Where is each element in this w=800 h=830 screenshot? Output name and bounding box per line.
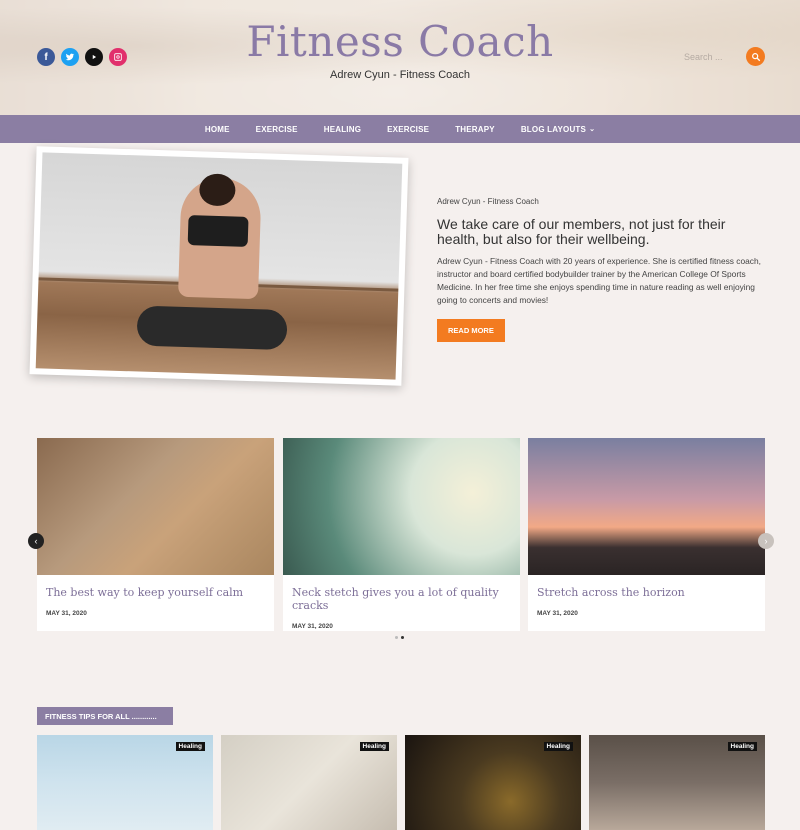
carousel-prev-button[interactable]: ‹ — [28, 533, 44, 549]
post-carousel: The best way to keep yourself calm MAY 3… — [37, 438, 765, 631]
carousel-dot[interactable] — [395, 636, 398, 639]
category-badge[interactable]: Healing — [543, 742, 573, 751]
nav-label: EXERCISE — [255, 124, 298, 134]
carousel-next-button[interactable]: › — [758, 533, 774, 549]
feature-body: Adrew Cyun - Fitness Coach with 20 years… — [437, 256, 761, 305]
category-badge[interactable]: Healing — [359, 742, 389, 751]
chevron-right-icon: › — [764, 536, 768, 546]
site-tagline: Adrew Cyun - Fitness Coach — [330, 69, 470, 81]
carousel-card[interactable]: The best way to keep yourself calm MAY 3… — [37, 438, 274, 631]
feature-text: Adrew Cyun - Fitness Coach We take care … — [437, 197, 762, 342]
site-header: f Fitness Coach Adrew Cyun - Fitness Coa… — [0, 0, 800, 115]
feature-headline: We take care of our members, not just fo… — [437, 216, 726, 247]
search-form — [684, 47, 765, 66]
tip-card[interactable]: Healing — [37, 735, 213, 830]
main-nav: HOME EXERCISE HEALING EXERCISE THERAPY B… — [0, 115, 800, 143]
feature-photo — [35, 152, 403, 380]
nav-label: BLOG LAYOUTS — [520, 124, 587, 134]
section-heading: FITNESS TIPS FOR ALL ............ — [37, 707, 173, 725]
site-title[interactable]: Fitness Coach — [0, 17, 800, 66]
carousel-card[interactable]: Stretch across the horizon MAY 31, 2020 — [528, 438, 765, 631]
nav-label: HEALING — [323, 124, 362, 134]
nav-item-home[interactable]: HOME — [192, 125, 243, 134]
search-button[interactable] — [746, 47, 765, 66]
search-input[interactable] — [684, 51, 730, 62]
card-date: MAY 31, 2020 — [537, 610, 578, 617]
nav-item-exercise[interactable]: EXERCISE — [243, 125, 311, 134]
chevron-down-icon: ⌄ — [589, 126, 596, 133]
feature-eyebrow: Adrew Cyun - Fitness Coach — [437, 197, 539, 206]
card-date: MAY 31, 2020 — [46, 610, 87, 617]
nav-item-healing[interactable]: HEALING — [311, 125, 374, 134]
carousel-card[interactable]: Neck stetch gives you a lot of quality c… — [283, 438, 520, 631]
card-image[interactable] — [37, 438, 274, 575]
card-image[interactable] — [283, 438, 520, 575]
carousel-dot-active[interactable] — [401, 636, 404, 639]
card-image[interactable] — [528, 438, 765, 575]
card-title[interactable]: Stretch across the horizon — [537, 586, 765, 599]
nav-item-therapy[interactable]: THERAPY — [442, 125, 508, 134]
carousel-dots — [395, 636, 404, 639]
nav-label: THERAPY — [455, 124, 495, 134]
read-more-button[interactable]: READ MORE — [437, 319, 505, 342]
card-title[interactable]: The best way to keep yourself calm — [46, 586, 274, 599]
search-icon — [751, 52, 760, 61]
chevron-left-icon: ‹ — [34, 536, 38, 546]
tip-card[interactable]: Healing — [405, 735, 581, 830]
nav-label: HOME — [204, 124, 230, 134]
category-badge[interactable]: Healing — [175, 742, 205, 751]
card-title[interactable]: Neck stetch gives you a lot of quality c… — [292, 586, 520, 612]
nav-item-exercise-2[interactable]: EXERCISE — [374, 125, 442, 134]
feature-image-frame — [29, 146, 409, 386]
tip-card[interactable]: Healing — [589, 735, 765, 830]
category-badge[interactable]: Healing — [727, 742, 757, 751]
nav-label: EXERCISE — [387, 124, 430, 134]
nav-item-blog-layouts[interactable]: BLOG LAYOUTS ⌄ — [508, 125, 608, 134]
card-date: MAY 31, 2020 — [292, 623, 333, 630]
tip-card[interactable]: Healing — [221, 735, 397, 830]
